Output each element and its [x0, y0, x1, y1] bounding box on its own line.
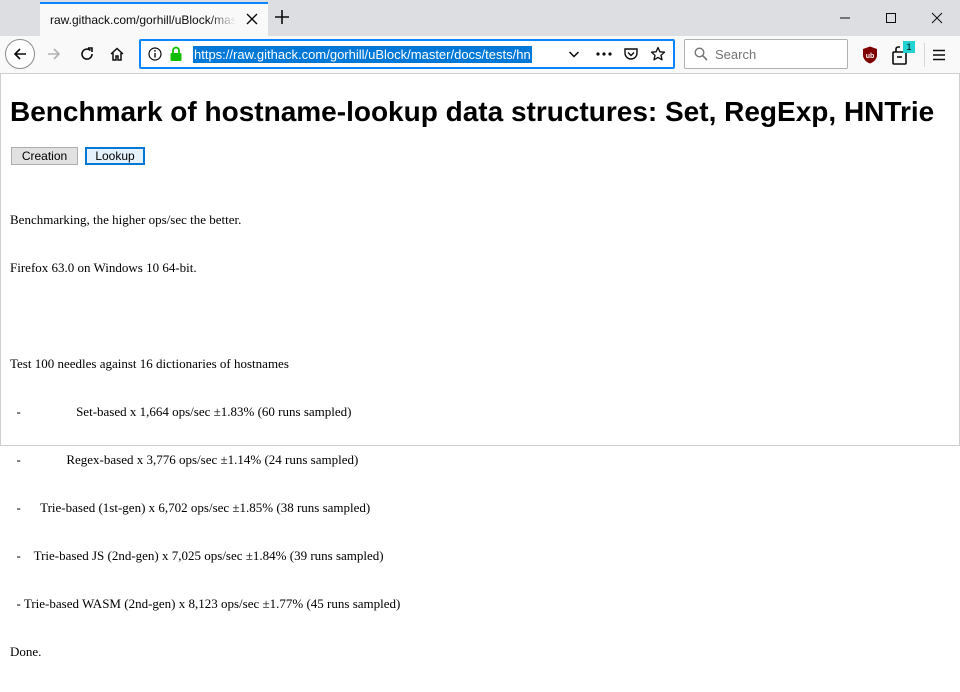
close-tab-icon[interactable] — [246, 13, 258, 25]
forward-arrow-icon — [48, 48, 61, 60]
site-info-icon[interactable] — [148, 47, 162, 61]
back-button[interactable] — [5, 39, 35, 69]
output-line: - Trie-based WASM (2nd-gen) x 8,123 ops/… — [10, 596, 401, 611]
minimize-button[interactable] — [822, 0, 868, 36]
navigation-toolbar: https://raw.githack.com/gorhill/uBlock/m… — [0, 36, 960, 74]
close-window-icon — [931, 12, 943, 24]
page-actions-more-icon[interactable] — [595, 48, 613, 60]
output-line: Firefox 63.0 on Windows 10 64-bit. — [10, 260, 197, 275]
output-line: Benchmarking, the higher ops/sec the bet… — [10, 212, 242, 227]
minimize-icon — [840, 17, 850, 19]
output-line: - Regex-based x 3,776 ops/sec ±1.14% (24… — [10, 452, 359, 467]
creation-button[interactable]: Creation — [11, 147, 78, 165]
maximize-button[interactable] — [868, 0, 914, 36]
output-line: Test 100 needles against 16 dictionaries… — [10, 356, 289, 371]
maximize-icon — [886, 13, 896, 23]
reload-button[interactable] — [75, 42, 99, 66]
output-line: - Trie-based JS (2nd-gen) x 7,025 ops/se… — [10, 548, 384, 563]
home-button[interactable] — [105, 42, 129, 66]
reload-icon — [81, 47, 93, 60]
extension-button[interactable]: 1 — [892, 41, 918, 67]
tab-title: raw.githack.com/gorhill/uBlock/master/do… — [50, 13, 236, 27]
extension-badge: 1 — [903, 41, 915, 53]
forward-button[interactable] — [42, 42, 66, 66]
search-input[interactable] — [715, 44, 840, 64]
page-title: Benchmark of hostname-lookup data struct… — [10, 96, 935, 127]
svg-text:ub: ub — [866, 53, 875, 60]
home-icon — [110, 47, 124, 61]
lock-icon[interactable] — [169, 46, 183, 62]
hamburger-menu-icon[interactable] — [930, 46, 948, 64]
chevron-down-icon[interactable] — [568, 48, 580, 60]
toolbar-divider — [924, 43, 925, 67]
page-content: Benchmark of hostname-lookup data struct… — [0, 74, 960, 659]
url-text[interactable]: https://raw.githack.com/gorhill/uBlock/m… — [193, 46, 532, 63]
output-line: - Trie-based (1st-gen) x 6,702 ops/sec ±… — [10, 500, 371, 515]
close-window-button[interactable] — [914, 0, 960, 36]
url-bar[interactable]: https://raw.githack.com/gorhill/uBlock/m… — [139, 39, 675, 69]
new-tab-icon[interactable] — [274, 9, 290, 25]
benchmark-output: Benchmarking, the higher ops/sec the bet… — [10, 180, 400, 692]
ublock-origin-icon[interactable]: ub — [862, 46, 878, 64]
tab-active[interactable]: raw.githack.com/gorhill/uBlock/master/do… — [40, 2, 268, 36]
search-bar[interactable] — [684, 39, 848, 69]
bookmark-star-icon[interactable] — [650, 46, 666, 62]
output-line: Done. — [10, 644, 42, 659]
pocket-icon[interactable] — [623, 46, 639, 62]
lookup-button[interactable]: Lookup — [85, 147, 145, 165]
output-line: - Set-based x 1,664 ops/sec ±1.83% (60 r… — [10, 404, 352, 419]
tab-strip: raw.githack.com/gorhill/uBlock/master/do… — [0, 0, 960, 36]
back-arrow-icon — [13, 48, 26, 60]
search-icon — [694, 47, 708, 61]
